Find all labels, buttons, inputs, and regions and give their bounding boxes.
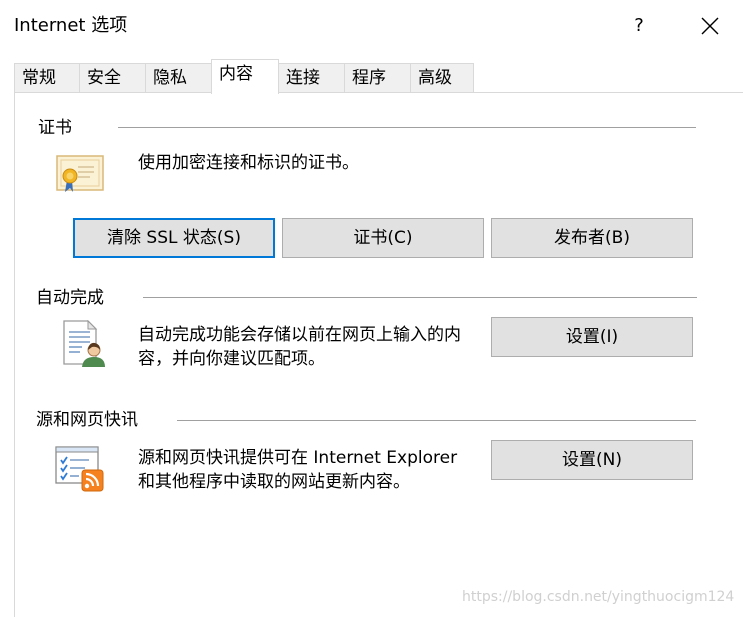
internet-options-dialog: Internet 选项 ? 常规 安全 隐私 内容 连接 程序 高级 证书 使用… [0,0,743,617]
autocomplete-icon [62,319,106,372]
feeds-settings-button[interactable]: 设置(N) [491,440,693,480]
certificates-button[interactable]: 证书(C) [282,218,484,258]
autocomplete-description-line1: 自动完成功能会存储以前在网页上输入的内 [138,325,461,345]
tab-strip: 常规 安全 隐私 内容 连接 程序 高级 [14,59,714,94]
feeds-group-label: 源和网页快讯 [36,409,138,431]
help-button[interactable]: ? [616,8,662,44]
autocomplete-group-label: 自动完成 [36,287,104,309]
rss-feed-icon [55,446,107,496]
feeds-description-line1: 源和网页快讯提供可在 Internet Explorer [138,448,458,468]
tab-general[interactable]: 常规 [14,63,80,93]
autocomplete-settings-button[interactable]: 设置(I) [491,317,693,357]
clear-ssl-state-button[interactable]: 清除 SSL 状态(S) [73,218,275,258]
feeds-group-divider [177,420,696,421]
close-icon [701,17,719,35]
window-title: Internet 选项 [14,15,128,36]
publishers-button[interactable]: 发布者(B) [491,218,693,258]
tab-advanced[interactable]: 高级 [410,63,474,93]
certificates-description: 使用加密连接和标识的证书。 [138,153,359,173]
autocomplete-description-line2: 容，并向你建议匹配项。 [138,349,325,369]
feeds-description-line2: 和其他程序中读取的网站更新内容。 [138,472,410,492]
watermark-text: https://blog.csdn.net/yingthuocigm124 [462,589,735,605]
certificate-icon [56,154,104,198]
autocomplete-group-divider [143,297,697,298]
close-button[interactable] [684,8,736,44]
tab-security[interactable]: 安全 [79,63,146,93]
tab-content[interactable]: 内容 [211,59,279,94]
certificates-group-divider [118,127,696,128]
tab-programs[interactable]: 程序 [344,63,411,93]
certificates-group-label: 证书 [38,117,72,139]
title-bar: Internet 选项 ? [0,0,743,52]
tab-connections[interactable]: 连接 [278,63,345,93]
tab-privacy[interactable]: 隐私 [145,63,212,93]
